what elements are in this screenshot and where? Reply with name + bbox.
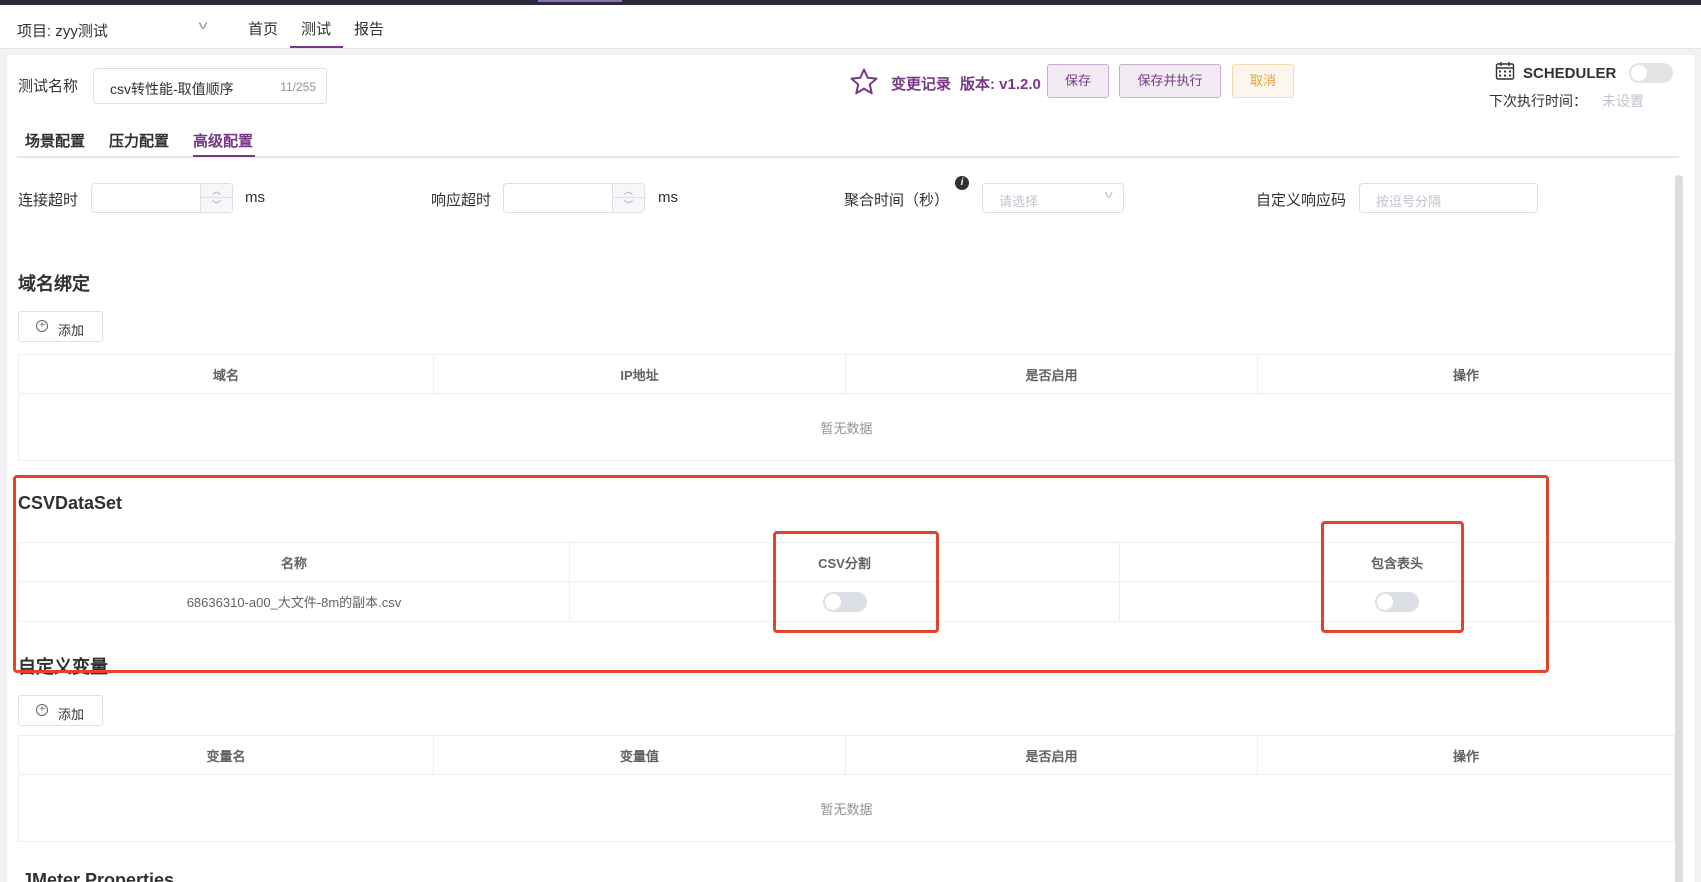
calendar-icon [1495,62,1515,80]
column-header-variable-name: 变量名 [18,735,434,775]
response-timeout-label: 响应超时 [431,192,492,209]
add-domain-button[interactable]: + 添加 [18,311,103,342]
test-name-counter: 11/255 [280,80,316,94]
save-button[interactable]: 保存 [1047,64,1109,98]
scheduler-toggle[interactable] [1629,63,1673,83]
tab-scenario-config[interactable]: 场景配置 [25,130,85,151]
tab-pressure-config[interactable]: 压力配置 [109,130,169,151]
response-timeout-input[interactable]: ︿ ﹀ [503,183,645,213]
next-run-label: 下次执行时间： [1489,93,1587,109]
connect-timeout-unit: ms [245,189,265,206]
custom-response-code-placeholder: 按逗号分隔 [1376,194,1442,209]
column-header-actions: 操作 [1257,354,1675,394]
connect-timeout-stepper[interactable]: ︿ ﹀ [200,184,232,212]
add-variable-button[interactable]: + 添加 [18,695,103,726]
nav-active-indicator [290,46,343,48]
test-name-label: 测试名称 [18,78,79,95]
chevron-down-icon[interactable]: ﹀ [201,198,232,212]
connect-timeout-label: 连接超时 [18,192,79,209]
variables-table: 变量名 变量值 是否启用 操作 暂无数据 [18,735,1675,842]
toggle-knob [1631,65,1647,81]
test-name-value[interactable]: csv转性能-取值顺序 [110,79,234,99]
scheduler-label: SCHEDULER [1523,65,1617,82]
response-timeout-unit: ms [658,189,678,206]
navbar: 项目: zyy测试 v 首页 测试 报告 [0,5,1701,49]
cancel-button[interactable]: 取消 [1232,64,1294,98]
nav-home[interactable]: 首页 [248,18,278,39]
aggregate-time-label: 聚合时间（秒） [844,192,950,209]
column-header-actions: 操作 [1257,735,1675,775]
add-domain-label: 添加 [58,323,85,338]
chevron-down-icon: v [1104,189,1113,201]
add-variable-label: 添加 [58,707,85,722]
star-icon[interactable] [849,67,879,97]
column-header-ip: IP地址 [433,354,846,394]
chevron-down-icon[interactable]: ﹀ [613,198,644,212]
column-header-enabled: 是否启用 [845,735,1258,775]
chevron-up-icon[interactable]: ︿ [201,184,232,198]
plus-circle-icon: + [36,704,48,716]
custom-response-code-input[interactable]: 按逗号分隔 [1359,183,1538,213]
version-text: 版本: v1.2.0 [960,76,1041,93]
top-accent-active [538,0,622,2]
test-name-input[interactable]: csv转性能-取值顺序 11/255 [93,68,327,104]
domain-binding-title: 域名绑定 [18,274,90,294]
config-tabs: 场景配置 压力配置 高级配置 [17,125,1679,158]
next-run-value[interactable]: 未设置 [1602,91,1644,111]
tab-advanced-config[interactable]: 高级配置 [193,130,253,151]
aggregate-time-select[interactable]: 请选择 v [982,183,1124,213]
highlight-box-csv-split [773,531,939,633]
highlight-box-has-header [1321,521,1464,633]
column-header-domain: 域名 [18,354,434,394]
vertical-scrollbar[interactable] [1675,175,1683,882]
aggregate-time-placeholder: 请选择 [999,194,1039,209]
connect-timeout-input[interactable]: ︿ ﹀ [91,183,233,213]
jmeter-properties-title: JMeter Properties [22,870,175,882]
column-header-enabled: 是否启用 [845,354,1258,394]
change-history-link[interactable]: 变更记录 [891,73,951,94]
chevron-down-icon[interactable]: v [199,18,208,32]
nav-test[interactable]: 测试 [301,18,331,39]
save-and-run-button[interactable]: 保存并执行 [1119,64,1221,98]
domain-table: 域名 IP地址 是否启用 操作 暂无数据 [18,354,1675,461]
main-card: 测试名称 csv转性能-取值顺序 11/255 变更记录 版本: v1.2.0 … [7,55,1694,882]
column-header-variable-value: 变量值 [433,735,846,775]
tab-active-indicator [193,155,255,157]
response-timeout-stepper[interactable]: ︿ ﹀ [612,184,644,212]
empty-text: 暂无数据 [18,774,1675,842]
empty-text: 暂无数据 [18,393,1675,461]
chevron-up-icon[interactable]: ︿ [613,184,644,198]
custom-response-code-label: 自定义响应码 [1256,192,1347,209]
plus-circle-icon: + [36,320,48,332]
project-selector[interactable]: 项目: zyy测试 [17,20,108,41]
nav-report[interactable]: 报告 [354,18,384,39]
info-icon[interactable]: i [955,176,969,190]
